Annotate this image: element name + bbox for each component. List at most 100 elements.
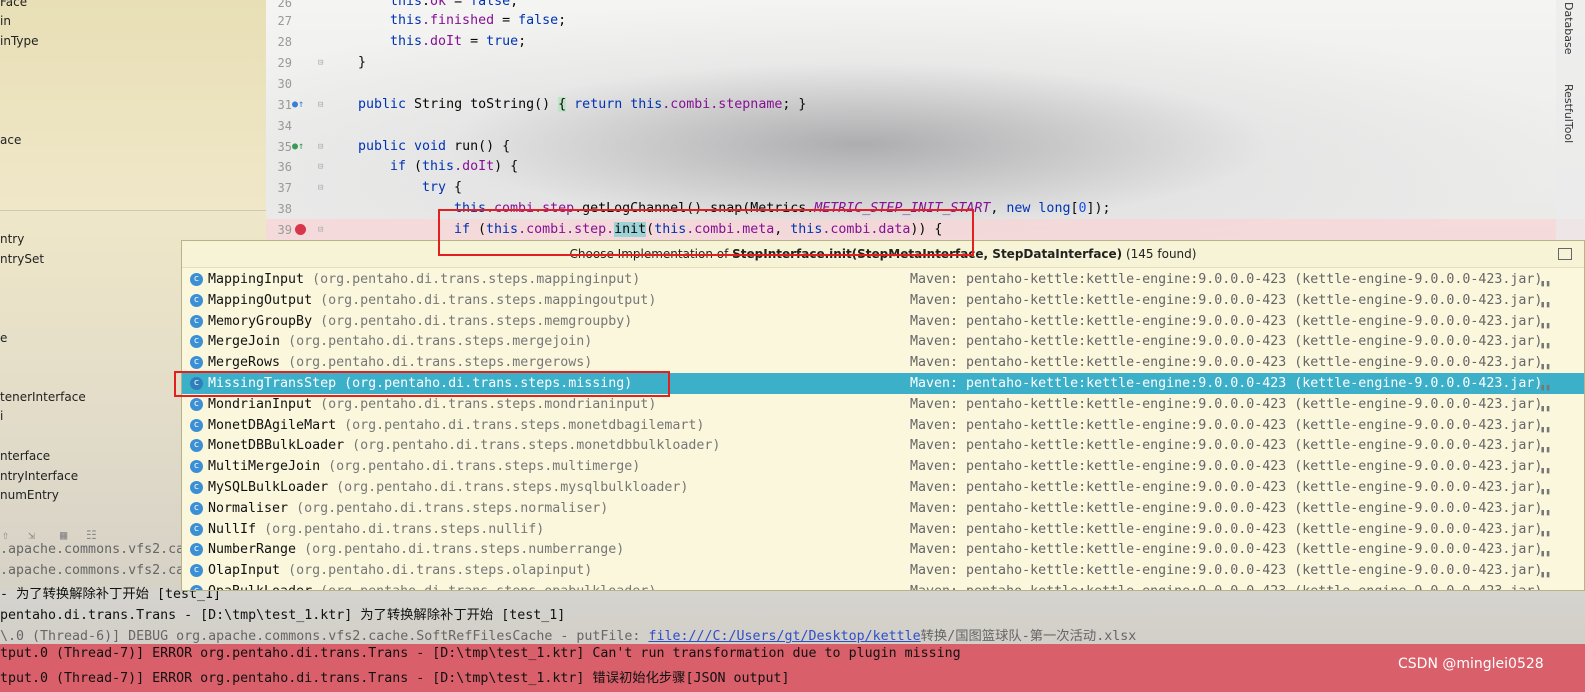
tree-item[interactable]: i [0,409,3,423]
class-name: OpaBulkLoader (org.pentaho.di.trans.step… [208,581,656,590]
fold-marker-icon[interactable]: ⊟ [318,162,323,172]
maven-source: Maven: pentaho-kettle:kettle-engine:9.0.… [910,459,1543,475]
class-icon: c [190,335,203,349]
implementation-row[interactable]: c MonetDBBulkLoader (org.pentaho.di.trans… [182,435,1584,456]
implementation-row[interactable]: c Normaliser (org.pentaho.di.trans.steps.… [182,498,1584,519]
maven-source: Maven: pentaho-kettle:kettle-engine:9.0.… [910,272,1543,287]
override-marker-icon[interactable]: ●↑ [292,99,304,110]
fold-marker-icon[interactable]: ⊟ [318,142,323,152]
maven-source: Maven: pentaho-kettle:kettle-engine:9.0.… [910,480,1543,495]
line-number: 30 [277,77,292,91]
package-name: (org.pentaho.di.trans.steps.mergejoin) [288,334,593,350]
library-icon: ▮▮ [1540,320,1551,331]
class-name: NullIf (org.pentaho.di.trans.steps.nulli… [208,521,545,537]
library-icon: ▮▮ [1540,383,1551,393]
console-line: \.0 (Thread-6)] DEBUG org.apache.commons… [0,629,1137,644]
implementation-row[interactable]: c MemoryGroupBy (org.pentaho.di.trans.ste… [182,311,1584,332]
class-name: NumberRange (org.pentaho.di.trans.steps.… [208,542,625,558]
implementation-row[interactable]: c NullIf (org.pentaho.di.trans.steps.null… [182,519,1584,540]
restful-tool-tab[interactable]: RestfulTool [1562,84,1575,143]
package-name: (org.pentaho.di.trans.steps.olapinput) [288,563,593,579]
breakpoint-icon[interactable] [295,224,306,235]
tree-item[interactable]: Face [0,0,27,9]
class-name: Normaliser (org.pentaho.di.trans.steps.n… [208,500,609,516]
tree-item[interactable]: in [0,14,11,28]
up-arrow-icon[interactable]: ⇧ [2,528,16,542]
tree-item[interactable]: ace [0,133,21,147]
line-number: 31 [277,98,292,112]
console-error-line: tput.0 (Thread-7)] ERROR org.pentaho.di.… [0,671,790,686]
library-icon: ▮▮ [1540,466,1551,477]
popup-resize-icon[interactable] [1558,248,1572,260]
tree-item[interactable]: numEntry [0,488,59,502]
fold-marker-icon[interactable]: ⊟ [318,183,323,193]
implementation-row[interactable]: c OlapInput (org.pentaho.di.trans.steps.o… [182,560,1584,581]
implementation-row[interactable]: c NumberRange (org.pentaho.di.trans.steps… [182,539,1584,560]
file-link[interactable]: file:///C:/Users/gt/Desktop/kettle [648,629,920,644]
package-name: (org.pentaho.di.trans.steps.numberrange) [304,542,625,558]
class-name: OlapInput (org.pentaho.di.trans.steps.ol… [208,563,593,579]
right-tool-strip: Database RestfulTool [1556,0,1585,240]
line-number: 39 [277,223,292,237]
class-icon: c [190,293,203,307]
line-number: 36 [277,160,292,174]
library-icon: ▮▮ [1540,549,1551,560]
maven-source: Maven: pentaho-kettle:kettle-engine:9.0.… [910,292,1543,308]
grid-icon[interactable]: ▦ [60,528,74,542]
maven-source: Maven: pentaho-kettle:kettle-engine:9.0.… [910,581,1542,590]
implementation-row[interactable]: c MySQLBulkLoader (org.pentaho.di.trans.s… [182,477,1584,498]
class-icon: c [190,585,203,590]
package-name: (org.pentaho.di.trans.steps.nullif) [264,521,545,537]
annotation-box-init-call [438,209,974,256]
implementation-row[interactable]: c MonetDBAgileMart (org.pentaho.di.trans.… [182,415,1584,436]
maven-source: Maven: pentaho-kettle:kettle-engine:9.0.… [910,334,1543,350]
code-line-29: } [358,55,367,70]
implementation-row[interactable]: c MappingInput (org.pentaho.di.trans.step… [182,269,1584,290]
tree-item[interactable]: ntrySet [0,252,44,266]
code-line-31: public String toString() { return this.c… [358,97,807,112]
fold-marker-icon[interactable]: ⊟ [318,225,323,235]
line-number: 34 [277,119,292,133]
tree-item[interactable]: nterface [0,449,50,463]
class-icon: c [190,501,203,515]
scroll-icon[interactable]: ⇲ [28,528,42,542]
override-marker-icon[interactable]: ●↑ [292,141,304,152]
package-name: (org.pentaho.di.trans.steps.normaliser) [296,500,609,516]
maven-source: Maven: pentaho-kettle:kettle-engine:9.0.… [910,438,1543,454]
maven-source: Maven: pentaho-kettle:kettle-engine:9.0.… [910,355,1543,371]
library-icon: ▮▮ [1540,570,1551,581]
tree-item[interactable]: tenerInterface [0,390,86,404]
library-icon: ▮▮ [1540,445,1551,456]
tree-item[interactable]: ntryInterface [0,469,78,483]
settings-icon[interactable]: ☷ [86,528,100,542]
maven-source: Maven: pentaho-kettle:kettle-engine:9.0.… [910,376,1543,391]
code-line-26: this.ok = false; [390,0,519,9]
class-icon: c [190,273,203,286]
class-name: MappingInput (org.pentaho.di.trans.steps… [208,272,641,287]
annotation-box-missing-step [174,371,670,397]
line-number: 35 [277,140,292,154]
tree-item[interactable]: inType [0,34,39,48]
package-name: (org.pentaho.di.trans.steps.mappingoutpu… [320,292,657,308]
fold-marker-icon[interactable]: ⊟ [318,58,323,68]
console-error-line: tput.0 (Thread-7)] ERROR org.pentaho.di.… [0,646,961,661]
implementation-row[interactable]: c MultiMergeJoin (org.pentaho.di.trans.st… [182,456,1584,477]
tree-item[interactable]: e [0,331,7,345]
implementation-row[interactable]: c MappingOutput (org.pentaho.di.trans.ste… [182,290,1584,311]
console-line: .apache.commons.vfs2.ca [0,563,185,578]
line-number: 29 [277,56,292,70]
maven-source: Maven: pentaho-kettle:kettle-engine:9.0.… [910,417,1543,433]
console-line: .apache.commons.vfs2.ca [0,542,185,557]
tree-item[interactable]: ntry [0,232,24,246]
package-name: (org.pentaho.di.trans.steps.multimerge) [328,459,641,475]
database-tool-tab[interactable]: Database [1562,2,1575,55]
class-icon: c [190,356,203,370]
implementation-row[interactable]: c OpaBulkLoader (org.pentaho.di.trans.ste… [182,581,1584,590]
package-name: (org.pentaho.di.trans.steps.opabulkloade… [320,584,656,590]
library-icon: ▮▮ [1540,487,1551,497]
package-name: (org.pentaho.di.trans.steps.monetdbagile… [344,417,705,433]
implementation-row[interactable]: c MergeJoin (org.pentaho.di.trans.steps.m… [182,331,1584,352]
fold-marker-icon[interactable]: ⊟ [318,100,323,110]
class-name: MultiMergeJoin (org.pentaho.di.trans.ste… [208,459,641,475]
tree-divider [0,210,266,211]
